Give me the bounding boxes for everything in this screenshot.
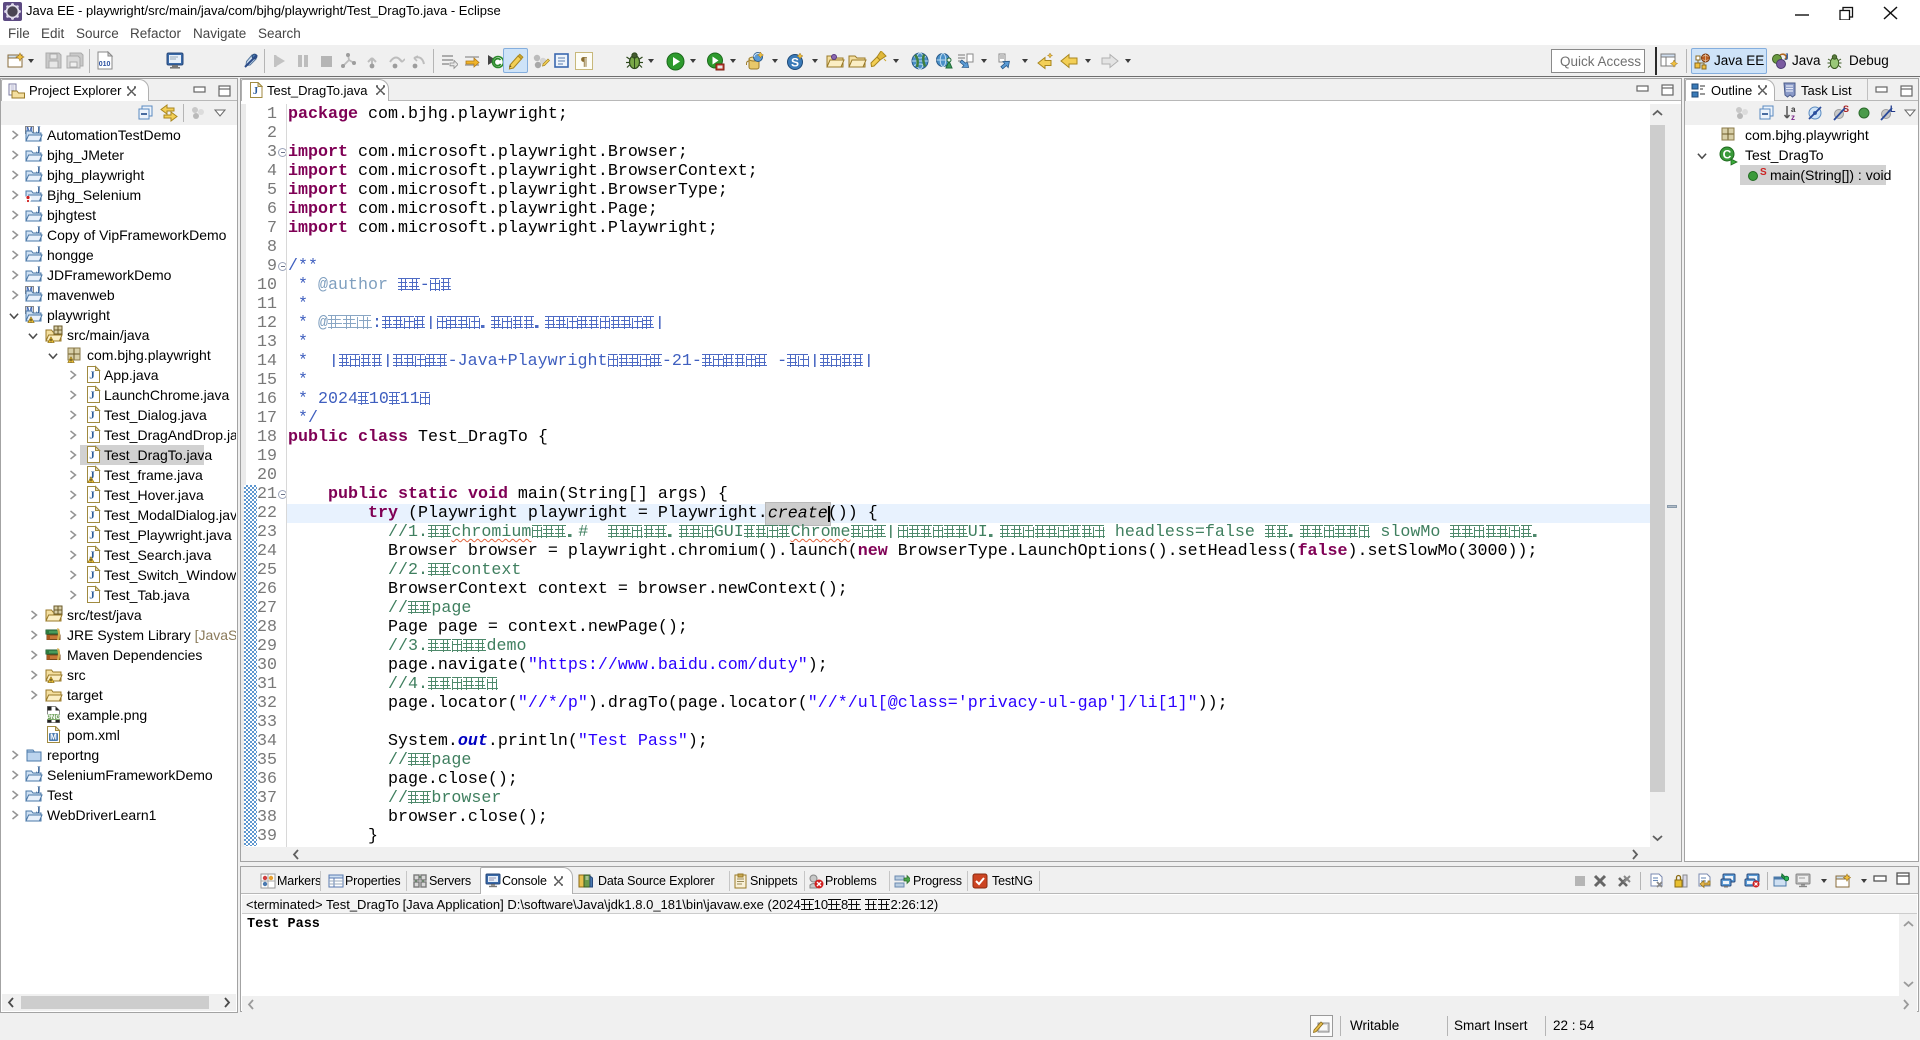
svg-text:J: J [36, 145, 41, 155]
svg-text:J: J [36, 305, 41, 315]
svg-text:J: J [89, 410, 95, 422]
svg-text:PNG: PNG [46, 714, 60, 721]
svg-text:J: J [36, 125, 41, 135]
svg-text:J: J [36, 165, 41, 175]
svg-text:J: J [89, 490, 95, 502]
svg-text:J: J [89, 390, 95, 402]
svg-text:M: M [50, 733, 57, 742]
svg-text:J: J [89, 430, 95, 442]
svg-text:J: J [36, 805, 41, 815]
svg-text:J: J [89, 450, 95, 462]
svg-text:J: J [89, 570, 95, 582]
svg-text:J: J [36, 185, 41, 195]
svg-text:J: J [89, 590, 95, 602]
svg-text:J: J [89, 370, 95, 382]
svg-text:J: J [36, 225, 41, 235]
svg-text:z: z [1791, 113, 1795, 122]
svg-text:J: J [89, 530, 95, 542]
svg-text:J: J [36, 765, 41, 775]
svg-text:J: J [36, 205, 41, 215]
svg-text:¶: ¶ [580, 54, 587, 69]
svg-text:J: J [36, 285, 41, 295]
svg-text:J: J [89, 510, 95, 522]
svg-text:J: J [36, 265, 41, 275]
svg-text:S: S [1760, 167, 1767, 178]
svg-text:C: C [1723, 148, 1732, 162]
svg-text:J: J [36, 245, 41, 255]
svg-text:J: J [36, 785, 41, 795]
svg-text:010: 010 [99, 61, 111, 68]
svg-text:J: J [253, 86, 258, 97]
svg-text:J: J [1784, 53, 1788, 62]
svg-text:S: S [791, 56, 799, 70]
